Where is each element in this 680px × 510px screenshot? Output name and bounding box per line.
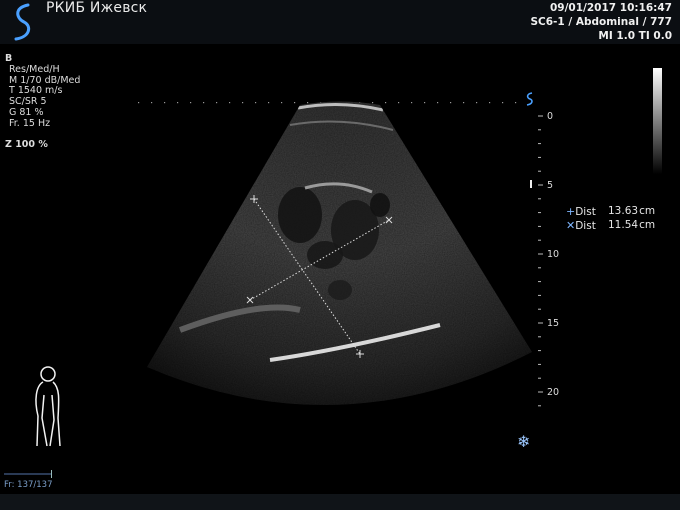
dot bbox=[242, 102, 244, 104]
snowflake-icon[interactable]: ❄ bbox=[517, 432, 530, 451]
dot bbox=[450, 102, 452, 104]
dot bbox=[307, 102, 309, 104]
dot bbox=[216, 102, 218, 104]
depth-label: 10 bbox=[547, 249, 560, 260]
dot bbox=[255, 102, 257, 104]
dot bbox=[268, 102, 270, 104]
dot bbox=[203, 102, 205, 104]
dot bbox=[489, 102, 491, 104]
measurement-value: 11.54 bbox=[608, 219, 639, 231]
depth-label: 0 bbox=[547, 111, 554, 122]
dot bbox=[515, 102, 517, 104]
dot bbox=[437, 102, 439, 104]
measurement-row[interactable]: +Dist 13.63 cm bbox=[566, 205, 655, 218]
caliper-plus-icon: + bbox=[566, 205, 576, 218]
dot bbox=[294, 102, 296, 104]
ultrasound-image bbox=[35, 92, 543, 447]
cine-progress-bar[interactable] bbox=[4, 473, 52, 475]
dot bbox=[372, 102, 374, 104]
caliper-x-icon: ✕ bbox=[566, 219, 576, 232]
depth-label: 5 bbox=[547, 180, 554, 191]
dot bbox=[463, 102, 465, 104]
measurement-unit: cm bbox=[639, 205, 656, 217]
cine-progress-handle[interactable] bbox=[51, 470, 52, 478]
depth-scale bbox=[538, 115, 543, 407]
grayscale-bar bbox=[653, 68, 662, 174]
measurement-unit: cm bbox=[639, 219, 656, 231]
depth-label: 15 bbox=[547, 318, 560, 329]
measurement-label: Dist bbox=[575, 206, 596, 218]
frame-counter: Fr: 137/137 bbox=[4, 480, 53, 490]
bottom-bar bbox=[0, 494, 680, 510]
measurement-label: Dist bbox=[575, 220, 596, 232]
dot bbox=[177, 102, 179, 104]
depth-label: 20 bbox=[547, 387, 560, 398]
dot bbox=[502, 102, 504, 104]
measurement-row[interactable]: ✕Dist 11.54 cm bbox=[566, 219, 655, 232]
dot bbox=[398, 102, 400, 104]
dot bbox=[281, 102, 283, 104]
dot bbox=[424, 102, 426, 104]
dot bbox=[476, 102, 478, 104]
dot bbox=[385, 102, 387, 104]
dot bbox=[411, 102, 413, 104]
dot bbox=[229, 102, 231, 104]
dot bbox=[151, 102, 153, 104]
body-marker-icon bbox=[35, 366, 61, 447]
measurement-value: 13.63 bbox=[608, 205, 639, 217]
dot bbox=[138, 102, 140, 104]
s-marker-icon bbox=[526, 92, 533, 106]
focus-marker[interactable] bbox=[530, 180, 532, 188]
dot bbox=[164, 102, 166, 104]
tissue-structures bbox=[147, 101, 532, 406]
dot bbox=[190, 102, 192, 104]
